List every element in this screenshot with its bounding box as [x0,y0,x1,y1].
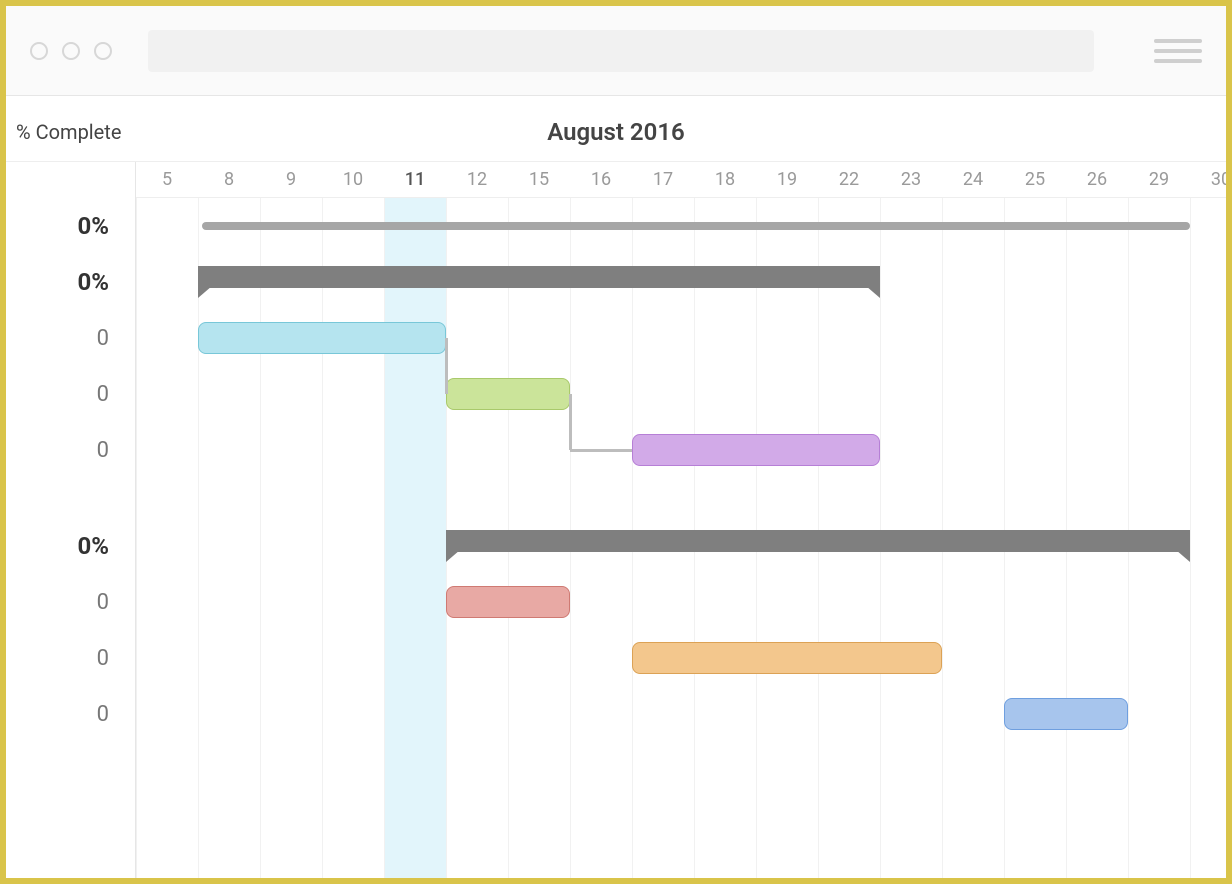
complete-cell: 0% [6,518,135,574]
date-cell: 5 [136,162,198,197]
dependency-link [569,394,572,450]
gantt-row [136,518,1226,574]
maximize-icon[interactable] [94,42,112,60]
task-bar[interactable] [446,378,570,410]
date-cell: 16 [570,162,632,197]
date-cell: 19 [756,162,818,197]
complete-cell: 0 [6,310,135,366]
gantt-rows [136,198,1226,742]
address-bar[interactable] [148,30,1094,72]
date-cell: 30 [1190,162,1232,197]
browser-chrome [6,6,1226,96]
date-cell: 23 [880,162,942,197]
date-cell: 25 [1004,162,1066,197]
project-span[interactable] [202,222,1190,230]
complete-cell: 0 [6,574,135,630]
date-cell: 9 [260,162,322,197]
gantt-row [136,366,1226,422]
dependency-link [570,449,632,452]
complete-cell: 0 [6,630,135,686]
date-cell: 10 [322,162,384,197]
date-cell: 15 [508,162,570,197]
gantt-row [136,630,1226,686]
gantt-row [136,198,1226,254]
date-cell: 17 [632,162,694,197]
gantt-row [136,686,1226,742]
window-controls [30,42,112,60]
complete-cell [6,478,135,518]
date-cell: 12 [446,162,508,197]
minimize-icon[interactable] [62,42,80,60]
complete-cell: 0 [6,366,135,422]
gantt-chart[interactable] [136,198,1226,878]
date-cell: 24 [942,162,1004,197]
gantt-row [136,478,1226,518]
gantt-row [136,574,1226,630]
task-bar[interactable] [632,642,942,674]
sidebar-header: % Complete [6,120,136,144]
date-strip: 589101112151617181922232425262930 [136,162,1226,198]
date-cell: 29 [1128,162,1190,197]
close-icon[interactable] [30,42,48,60]
group-span[interactable] [446,530,1190,552]
group-span[interactable] [198,266,880,288]
complete-cell: 0% [6,198,135,254]
task-bar[interactable] [198,322,446,354]
task-bar[interactable] [446,586,570,618]
timeline[interactable]: 589101112151617181922232425262930 [136,102,1226,878]
complete-cell: 0% [6,254,135,310]
complete-cell: 0 [6,422,135,478]
sidebar: 0%0%0000%000 [6,162,136,878]
task-bar[interactable] [1004,698,1128,730]
gantt-row [136,254,1226,310]
window-frame: % Complete August 2016 0%0%0000%000 5891… [0,0,1232,884]
gantt-row [136,310,1226,366]
gantt-view: % Complete August 2016 0%0%0000%000 5891… [6,102,1226,878]
task-bar[interactable] [632,434,880,466]
date-cell: 22 [818,162,880,197]
date-cell: 26 [1066,162,1128,197]
gantt-row [136,422,1226,478]
date-cell: 18 [694,162,756,197]
complete-cell: 0 [6,686,135,742]
date-cell: 11 [384,162,446,197]
date-cell: 8 [198,162,260,197]
dependency-link [445,338,448,394]
menu-icon[interactable] [1154,39,1202,63]
